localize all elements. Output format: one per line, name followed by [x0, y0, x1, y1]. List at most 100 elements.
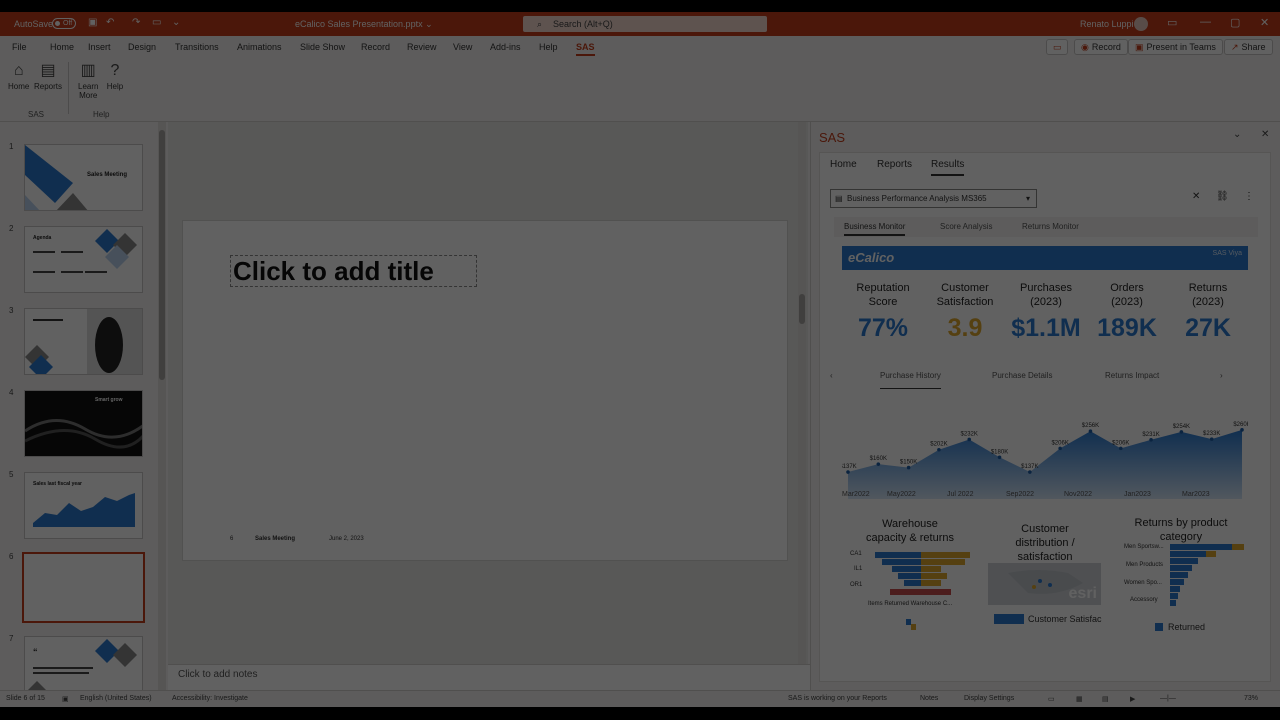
customer-title-3: satisfaction	[1017, 551, 1073, 563]
slide-scrollbar[interactable]	[798, 122, 806, 675]
avatar[interactable]	[1134, 17, 1148, 31]
chart-point[interactable]	[1209, 437, 1214, 441]
chart-point[interactable]	[967, 437, 972, 442]
save-icon[interactable]: ▣	[88, 17, 97, 28]
status-bar: Slide 6 of 15 ▣ English (United States) …	[0, 690, 1280, 707]
warehouse-axis-label: Items Returned Warehouse C...	[868, 601, 953, 607]
warehouse-bar	[921, 589, 951, 595]
sas-home-button[interactable]: ⌂ Home	[8, 62, 29, 91]
tab-insert[interactable]: Insert	[88, 42, 111, 52]
thumbnail-slide-2[interactable]: Agenda	[24, 226, 143, 293]
pane-close-icon[interactable]: ✕	[1261, 129, 1269, 140]
ribbon-display-icon[interactable]: ▭	[1167, 16, 1177, 29]
tab-help[interactable]: Help	[539, 42, 558, 52]
spelling-icon[interactable]: ▣	[62, 695, 69, 703]
customer-map[interactable]: esri	[988, 563, 1101, 605]
minimize-icon[interactable]: —	[1200, 16, 1211, 28]
slide-count[interactable]: Slide 6 of 15	[6, 695, 45, 702]
tab-home[interactable]: Home	[50, 42, 74, 52]
comments-button[interactable]: ▭	[1046, 39, 1068, 55]
kpi-label: Reputation	[856, 282, 910, 294]
maximize-icon[interactable]: ▢	[1230, 16, 1240, 29]
language-status[interactable]: English (United States)	[80, 695, 152, 702]
learn-more-button[interactable]: ▥ Learn More	[78, 62, 98, 100]
prev-icon[interactable]: ‹	[830, 371, 833, 380]
slide-2-title: Agenda	[33, 235, 52, 241]
chart-point[interactable]	[846, 470, 850, 474]
clear-icon[interactable]: ✕	[1192, 191, 1200, 202]
chart-point[interactable]	[876, 462, 881, 466]
undo-icon[interactable]: ↶	[106, 17, 114, 28]
chart-point[interactable]	[937, 447, 941, 452]
subtab-purchase-details[interactable]: Purchase Details	[992, 371, 1052, 380]
tab-file[interactable]: File	[12, 42, 27, 52]
normal-view-icon[interactable]: ▭	[1048, 695, 1055, 703]
tab-animations[interactable]: Animations	[237, 42, 282, 52]
current-slide[interactable]: Click to add title 6 Sales Meeting June …	[182, 220, 788, 561]
chart-point[interactable]	[1088, 429, 1093, 434]
notes-toggle[interactable]: Notes	[920, 695, 938, 702]
tab-view[interactable]: View	[453, 42, 472, 52]
title-placeholder[interactable]: Click to add title	[230, 255, 477, 287]
customize-qat-icon[interactable]: ⌄	[172, 17, 180, 28]
tab-sas[interactable]: SAS	[576, 42, 595, 56]
chart-point[interactable]	[997, 455, 1002, 460]
link-icon[interactable]: ⛓	[1216, 191, 1229, 202]
chart-point[interactable]	[906, 465, 911, 470]
report-tab-returns-monitor[interactable]: Returns Monitor	[1022, 222, 1079, 231]
tab-design[interactable]: Design	[128, 42, 156, 52]
thumbnail-slide-5[interactable]: Sales last fiscal year	[24, 472, 143, 539]
tab-add-ins[interactable]: Add-ins	[490, 42, 521, 52]
sas-tab-home[interactable]: Home	[830, 159, 857, 170]
close-icon[interactable]: ✕	[1260, 16, 1269, 29]
chart-point[interactable]	[1240, 428, 1244, 432]
next-icon[interactable]: ›	[1220, 371, 1223, 380]
notes-pane[interactable]: Click to add notes	[168, 664, 813, 690]
reading-view-icon[interactable]: ▤	[1102, 695, 1109, 703]
share-button[interactable]: ↗ Share	[1224, 39, 1273, 55]
autosave-toggle[interactable]: Off	[52, 18, 76, 29]
tab-review[interactable]: Review	[407, 42, 437, 52]
present-in-teams-button[interactable]: ▣ Present in Teams	[1128, 39, 1223, 55]
chart-point[interactable]	[1058, 446, 1062, 451]
subtab-purchase-history[interactable]: Purchase History	[880, 371, 941, 389]
display-settings[interactable]: Display Settings	[964, 695, 1014, 702]
search-box[interactable]: ⌕ Search (Alt+Q)	[523, 16, 767, 32]
thumbnail-slide-1[interactable]: Sales Meeting	[24, 144, 143, 211]
chart-point[interactable]	[1118, 446, 1123, 451]
report-tab-score-analysis[interactable]: Score Analysis	[940, 222, 992, 231]
tab-record[interactable]: Record	[361, 42, 390, 52]
zoom-level[interactable]: 73%	[1244, 695, 1258, 702]
user-name[interactable]: Renato Luppi	[1080, 19, 1134, 29]
report-select[interactable]: ▤ Business Performance Analysis MS365 ▾	[830, 189, 1037, 208]
thumbnail-slide-3[interactable]	[24, 308, 143, 375]
record-button[interactable]: ◉ Record	[1074, 39, 1128, 55]
slide-scroll-thumb[interactable]	[799, 294, 805, 324]
accessibility-status[interactable]: Accessibility: Investigate	[172, 695, 248, 702]
thumbnails-scrollbar[interactable]	[158, 122, 166, 690]
sas-tab-results[interactable]: Results	[931, 159, 965, 176]
thumbnail-slide-6[interactable]	[22, 552, 145, 623]
sas-tab-reports[interactable]: Reports	[877, 159, 912, 170]
chart-point[interactable]	[1179, 430, 1184, 434]
redo-icon[interactable]: ↷	[132, 17, 140, 28]
sas-reports-button[interactable]: ▤ Reports	[34, 62, 62, 91]
document-title[interactable]: eCalico Sales Presentation.pptx ⌄	[295, 19, 433, 30]
zoom-slider[interactable]: —|—	[1160, 695, 1176, 702]
tab-transitions[interactable]: Transitions	[175, 42, 219, 52]
present-icon[interactable]: ▭	[152, 17, 161, 28]
report-tab-business-monitor[interactable]: Business Monitor	[844, 222, 906, 236]
subtab-returns-impact[interactable]: Returns Impact	[1105, 371, 1159, 380]
returns-bar	[1170, 600, 1176, 606]
thumbnail-slide-4[interactable]: Smart grow	[24, 390, 143, 457]
pane-options-icon[interactable]: ⌄	[1233, 129, 1241, 140]
help-button[interactable]: ? Help	[106, 62, 124, 91]
thumbnails-scroll-thumb[interactable]	[159, 130, 165, 380]
slideshow-view-icon[interactable]: ▶	[1130, 695, 1135, 703]
slide-sorter-icon[interactable]: ▦	[1076, 695, 1083, 703]
more-options-icon[interactable]: ⋮	[1244, 191, 1254, 202]
chart-point[interactable]	[1028, 470, 1032, 474]
tab-slide-show[interactable]: Slide Show	[300, 42, 345, 52]
returns-title-1: Returns by product	[1134, 517, 1228, 529]
chart-point[interactable]	[1149, 438, 1153, 442]
